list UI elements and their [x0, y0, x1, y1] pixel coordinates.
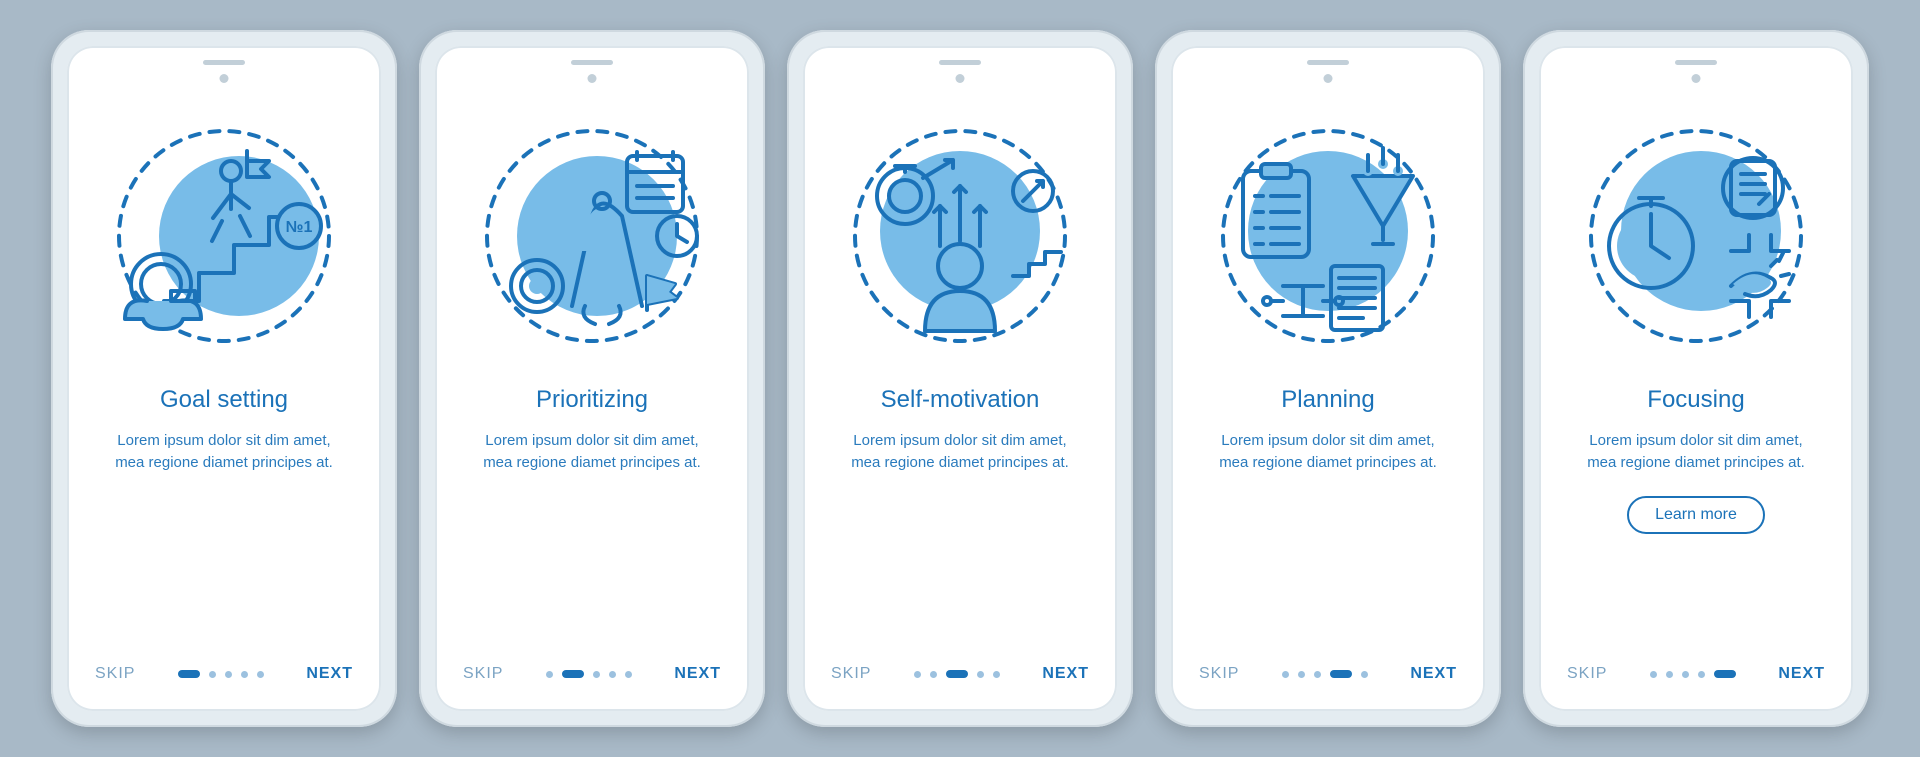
focusing-icon [1581, 116, 1811, 346]
next-button[interactable]: NEXT [674, 665, 721, 683]
page-dot[interactable] [1298, 671, 1305, 678]
next-button[interactable]: NEXT [306, 665, 353, 683]
page-dot[interactable] [1361, 671, 1368, 678]
page-indicator [1650, 670, 1736, 678]
page-dot[interactable] [946, 670, 968, 678]
onboarding-nav: SKIP NEXT [831, 665, 1089, 683]
page-indicator [546, 670, 632, 678]
page-indicator [178, 670, 264, 678]
screen-title: Goal setting [160, 386, 288, 414]
onboarding-nav: SKIP NEXT [1199, 665, 1457, 683]
phone-mockup: Focusing Lorem ipsum dolor sit dim amet,… [1523, 30, 1869, 727]
page-dot[interactable] [257, 671, 264, 678]
onboarding-screen: №1 Goal setting Lorem ipsum dolor sit di… [67, 46, 381, 711]
skip-button[interactable]: SKIP [831, 665, 871, 683]
phone-mockup: Planning Lorem ipsum dolor sit dim amet,… [1155, 30, 1501, 727]
page-dot[interactable] [1714, 670, 1736, 678]
page-dot[interactable] [546, 671, 553, 678]
screen-description: Lorem ipsum dolor sit dim amet, mea regi… [109, 430, 339, 474]
skip-button[interactable]: SKIP [1567, 665, 1607, 683]
page-dot[interactable] [930, 671, 937, 678]
onboarding-nav: SKIP NEXT [95, 665, 353, 683]
page-indicator [914, 670, 1000, 678]
page-dot[interactable] [209, 671, 216, 678]
page-dot[interactable] [1314, 671, 1321, 678]
planning-icon [1213, 116, 1443, 346]
page-dot[interactable] [241, 671, 248, 678]
skip-button[interactable]: SKIP [463, 665, 503, 683]
goal-setting-icon: №1 [109, 116, 339, 346]
screen-description: Lorem ipsum dolor sit dim amet, mea regi… [845, 430, 1075, 474]
next-button[interactable]: NEXT [1042, 665, 1089, 683]
self-motivation-icon [845, 116, 1075, 346]
screen-title: Focusing [1647, 386, 1744, 414]
onboarding-screen: Planning Lorem ipsum dolor sit dim amet,… [1171, 46, 1485, 711]
page-dot[interactable] [914, 671, 921, 678]
skip-button[interactable]: SKIP [1199, 665, 1239, 683]
page-dot[interactable] [593, 671, 600, 678]
learn-more-button[interactable]: Learn more [1627, 496, 1765, 534]
svg-text:№1: №1 [286, 219, 313, 236]
phone-mockup: Self-motivation Lorem ipsum dolor sit di… [787, 30, 1133, 727]
page-dot[interactable] [225, 671, 232, 678]
page-dot[interactable] [993, 671, 1000, 678]
onboarding-nav: SKIP NEXT [463, 665, 721, 683]
page-dot[interactable] [625, 671, 632, 678]
screen-title: Self-motivation [881, 386, 1040, 414]
page-dot[interactable] [977, 671, 984, 678]
page-dot[interactable] [609, 671, 616, 678]
screen-description: Lorem ipsum dolor sit dim amet, mea regi… [1581, 430, 1811, 474]
onboarding-screen: Self-motivation Lorem ipsum dolor sit di… [803, 46, 1117, 711]
next-button[interactable]: NEXT [1410, 665, 1457, 683]
page-indicator [1282, 670, 1368, 678]
skip-button[interactable]: SKIP [95, 665, 135, 683]
page-dot[interactable] [1666, 671, 1673, 678]
page-dot[interactable] [562, 670, 584, 678]
screen-title: Planning [1281, 386, 1374, 414]
page-dot[interactable] [1650, 671, 1657, 678]
screen-description: Lorem ipsum dolor sit dim amet, mea regi… [1213, 430, 1443, 474]
page-dot[interactable] [1282, 671, 1289, 678]
screen-title: Prioritizing [536, 386, 648, 414]
onboarding-screen: Prioritizing Lorem ipsum dolor sit dim a… [435, 46, 749, 711]
onboarding-nav: SKIP NEXT [1567, 665, 1825, 683]
onboarding-screen: Focusing Lorem ipsum dolor sit dim amet,… [1539, 46, 1853, 711]
next-button[interactable]: NEXT [1778, 665, 1825, 683]
phone-mockup: №1 Goal setting Lorem ipsum dolor sit di… [51, 30, 397, 727]
page-dot[interactable] [178, 670, 200, 678]
phone-mockup: Prioritizing Lorem ipsum dolor sit dim a… [419, 30, 765, 727]
page-dot[interactable] [1698, 671, 1705, 678]
screen-description: Lorem ipsum dolor sit dim amet, mea regi… [477, 430, 707, 474]
page-dot[interactable] [1682, 671, 1689, 678]
page-dot[interactable] [1330, 670, 1352, 678]
prioritizing-icon [477, 116, 707, 346]
